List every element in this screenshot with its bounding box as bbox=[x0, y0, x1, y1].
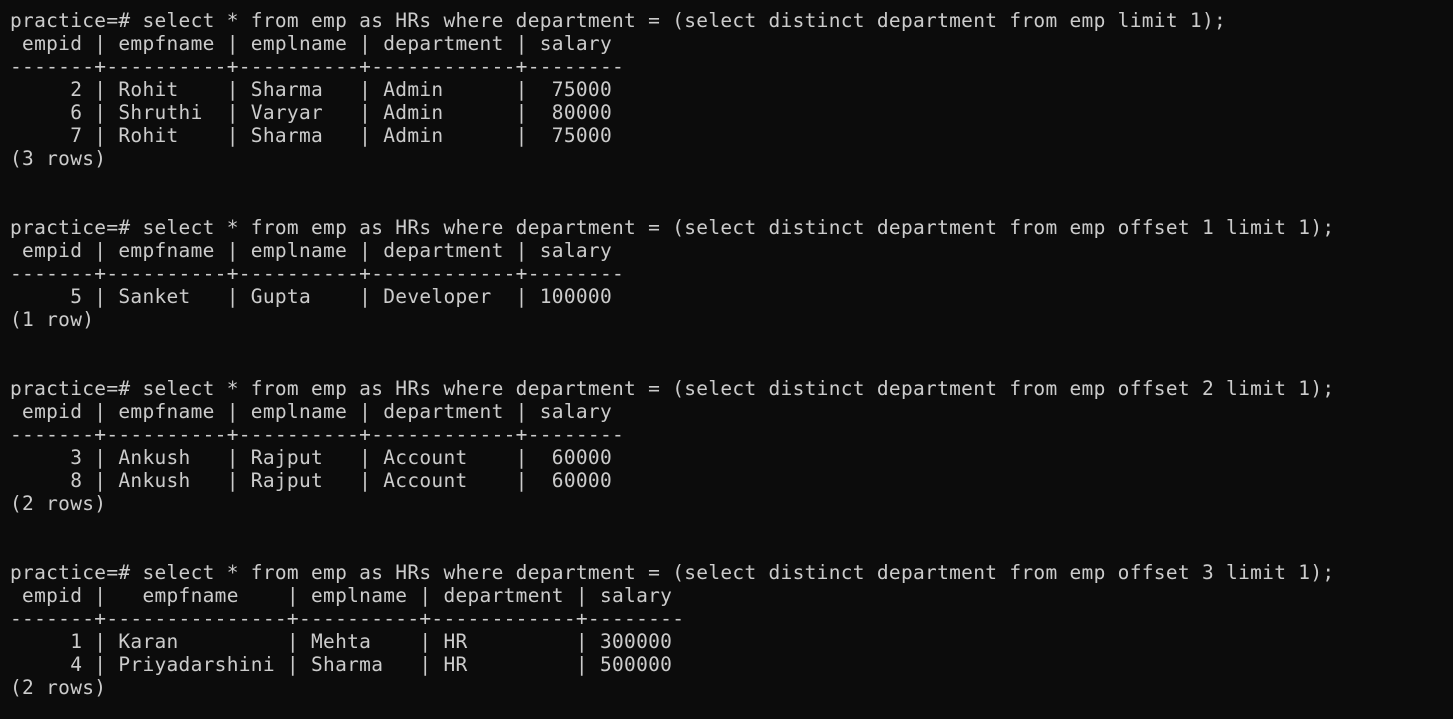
command-line: practice=# select * from emp as HRs wher… bbox=[10, 216, 1335, 239]
table-separator: -------+----------+----------+----------… bbox=[10, 262, 625, 285]
table-row: 5 | Sanket | Gupta | Developer | 100000 bbox=[10, 285, 612, 308]
table-header: empid | empfname | emplname | department… bbox=[10, 239, 612, 262]
command-line: practice=# select * from emp as HRs wher… bbox=[10, 377, 1335, 400]
row-count: (2 rows) bbox=[10, 492, 107, 515]
table-header: empid | empfname | emplname | department… bbox=[10, 32, 612, 55]
row-count: (2 rows) bbox=[10, 676, 107, 699]
table-separator: -------+----------+----------+----------… bbox=[10, 55, 625, 78]
table-row: 6 | Shruthi | Varyar | Admin | 80000 bbox=[10, 101, 612, 124]
command-line: practice=# select * from emp as HRs wher… bbox=[10, 561, 1335, 584]
table-header: empid | empfname | emplname | department… bbox=[10, 584, 673, 607]
table-row: 7 | Rohit | Sharma | Admin | 75000 bbox=[10, 124, 612, 147]
table-header: empid | empfname | emplname | department… bbox=[10, 400, 612, 423]
table-separator: -------+---------------+----------+-----… bbox=[10, 607, 685, 630]
table-row: 4 | Priyadarshini | Sharma | HR | 500000 bbox=[10, 653, 673, 676]
terminal-output[interactable]: practice=# select * from emp as HRs wher… bbox=[10, 9, 1445, 699]
table-separator: -------+----------+----------+----------… bbox=[10, 423, 625, 446]
row-count: (1 row) bbox=[10, 308, 95, 331]
table-row: 2 | Rohit | Sharma | Admin | 75000 bbox=[10, 78, 612, 101]
table-row: 1 | Karan | Mehta | HR | 300000 bbox=[10, 630, 673, 653]
row-count: (3 rows) bbox=[10, 147, 107, 170]
table-row: 8 | Ankush | Rajput | Account | 60000 bbox=[10, 469, 612, 492]
table-row: 3 | Ankush | Rajput | Account | 60000 bbox=[10, 446, 612, 469]
command-line: practice=# select * from emp as HRs wher… bbox=[10, 9, 1227, 32]
